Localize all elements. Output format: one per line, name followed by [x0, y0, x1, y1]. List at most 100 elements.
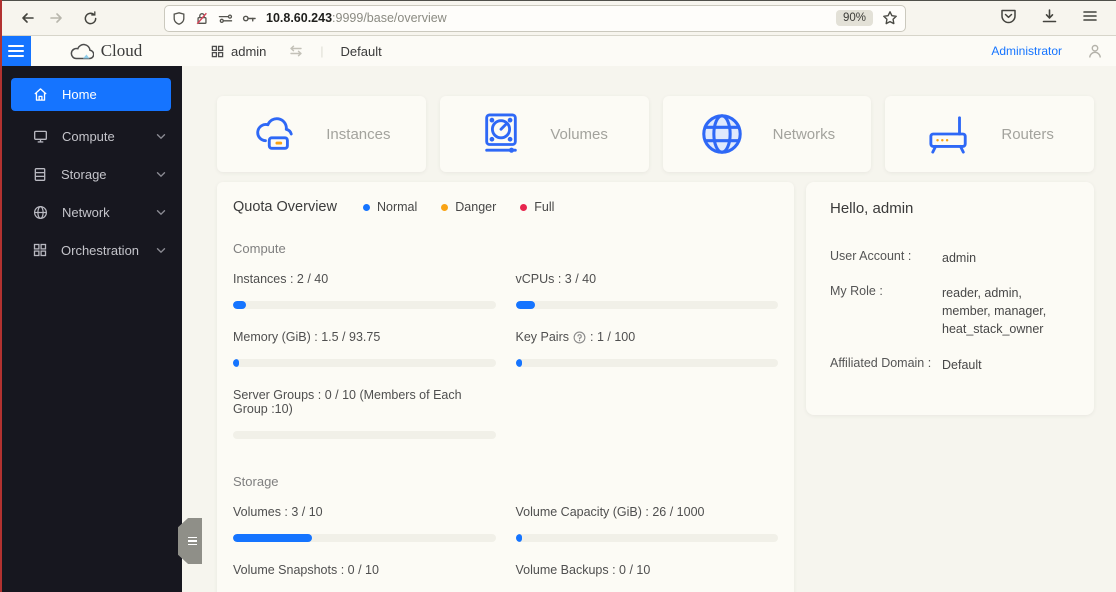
help-circle-icon[interactable] [573, 331, 586, 344]
key-icon[interactable] [242, 12, 257, 25]
card-label: Routers [1001, 125, 1054, 143]
url-bar[interactable]: 10.8.60.243:9999/base/overview 90% [164, 4, 906, 32]
zoom-level-badge[interactable]: 90% [835, 10, 873, 26]
cloud-server-icon [256, 117, 293, 150]
progress-track [515, 359, 778, 367]
projects-grid-icon [211, 45, 224, 57]
user-avatar-icon[interactable] [1088, 44, 1102, 59]
user-account-row: User Account : admin [830, 249, 977, 265]
routers-card[interactable]: Routers [885, 96, 1094, 172]
capture-edge-line [0, 0, 2, 592]
sidebar-item-orchestration[interactable]: Orchestration [0, 231, 182, 269]
greeting: Hello, admin [830, 200, 914, 217]
permissions-icon[interactable] [218, 12, 233, 25]
browser-toolbar: 10.8.60.243:9999/base/overview 90% [0, 0, 1116, 36]
sidebar-item-home[interactable]: Home [11, 78, 171, 111]
storage-quota-grid: Volumes : 3 / 10 Volume Capacity (GiB) :… [233, 505, 778, 592]
storage-section-title: Storage [233, 474, 279, 489]
summary-cards-row: Instances Volumes Networks Routers [217, 96, 1094, 172]
sidebar-nav: Home Compute Storage Network Orchestrati… [0, 66, 182, 592]
administrator-link[interactable]: Administrator [991, 44, 1062, 58]
insecure-lock-icon[interactable] [195, 11, 209, 26]
sidebar-toggle-button[interactable] [0, 36, 31, 66]
switch-project-icon[interactable] [289, 45, 303, 57]
toolbar-right [1000, 8, 1106, 29]
card-label: Volumes [550, 125, 608, 143]
menu-icon[interactable] [1082, 9, 1098, 28]
sidebar-item-compute[interactable]: Compute [0, 117, 182, 155]
legend-full: Full [520, 200, 554, 214]
shield-icon[interactable] [172, 11, 186, 26]
router-icon [929, 116, 968, 154]
bookmark-star-icon[interactable] [882, 10, 898, 26]
quota-title: Quota Overview [233, 199, 337, 215]
quota-vcpus: vCPUs : 3 / 40 [515, 272, 778, 309]
sidebar-item-label: Network [62, 204, 110, 220]
progress-track [233, 431, 496, 439]
progress-fill [233, 301, 247, 309]
compute-icon [33, 129, 48, 144]
orchestration-icon [33, 243, 47, 257]
compute-quota-grid: Instances : 2 / 40 vCPUs : 3 / 40 Memory… [233, 272, 778, 460]
app-header: Cloud admin | Default Administrator [0, 36, 1116, 66]
quota-key-pairs: Key Pairs : 1 / 100 [515, 330, 778, 367]
quota-volume-capacity: Volume Capacity (GiB) : 26 / 1000 [515, 505, 778, 542]
current-region[interactable]: Default [341, 44, 382, 59]
chevron-down-icon [156, 209, 166, 216]
compute-section-title: Compute [233, 241, 286, 256]
sidebar-item-label: Orchestration [61, 242, 140, 258]
main-content: Instances Volumes Networks Routers Quota… [182, 66, 1116, 592]
quota-legend: Normal Danger Full [362, 200, 554, 214]
home-icon [33, 87, 48, 102]
sidebar-item-storage[interactable]: Storage [0, 155, 182, 193]
header-right: Administrator [991, 44, 1116, 59]
quota-overview-card: Quota Overview Normal Danger Full Comput… [217, 182, 794, 592]
card-label: Instances [326, 125, 391, 143]
progress-track [515, 301, 778, 309]
quota-volumes: Volumes : 3 / 10 [233, 505, 496, 542]
sidebar-item-label: Compute [62, 128, 115, 144]
chevron-down-icon [156, 133, 166, 140]
forward-button[interactable] [42, 5, 70, 31]
reload-button[interactable] [76, 5, 104, 31]
quota-volume-backups: Volume Backups : 0 / 10 [515, 563, 651, 577]
sidebar-item-label: Home [62, 87, 97, 102]
logo-text: Cloud [100, 41, 143, 60]
affiliated-domain-row: Affiliated Domain : Default [830, 355, 982, 372]
quota-volume-snapshots: Volume Snapshots : 0 / 10 [233, 563, 379, 577]
volumes-card[interactable]: Volumes [439, 96, 649, 172]
hard-drive-icon [485, 113, 518, 153]
sidebar-item-label: Storage [61, 166, 107, 182]
back-button[interactable] [14, 5, 42, 31]
instances-card[interactable]: Instances [217, 96, 426, 172]
progress-fill [515, 301, 536, 309]
progress-track [233, 301, 496, 309]
full-dot [520, 203, 528, 211]
networks-card[interactable]: Networks [662, 96, 872, 172]
url-host: 10.8.60.243 [266, 11, 333, 25]
console-drawer-handle[interactable] [178, 518, 202, 564]
progress-track [233, 359, 496, 367]
cloud-logo-icon [70, 43, 94, 59]
legend-danger: Danger [441, 200, 496, 214]
quota-server-groups: Server Groups : 0 / 10 (Members of Each … [233, 388, 496, 439]
app-logo[interactable]: Cloud [31, 41, 181, 61]
sidebar-item-network[interactable]: Network [0, 193, 182, 231]
progress-fill [515, 359, 522, 367]
current-project[interactable]: admin [231, 44, 266, 59]
chevron-down-icon [156, 247, 166, 254]
console-log-icon [187, 536, 197, 546]
quota-memory: Memory (GiB) : 1.5 / 93.75 [233, 330, 496, 367]
danger-dot [441, 203, 449, 211]
chevron-down-icon [156, 171, 166, 178]
card-label: Networks [772, 125, 836, 143]
url-path: :9999/base/overview [332, 11, 447, 25]
pocket-icon[interactable] [1000, 8, 1017, 29]
download-icon[interactable] [1041, 8, 1058, 29]
workspace-switcher: admin | Default [211, 44, 382, 59]
progress-fill [233, 359, 239, 367]
divider: | [320, 44, 324, 58]
normal-dot [362, 203, 370, 211]
my-role-row: My Role : reader, admin, member, manager… [830, 284, 1047, 337]
legend-normal: Normal [362, 200, 417, 214]
